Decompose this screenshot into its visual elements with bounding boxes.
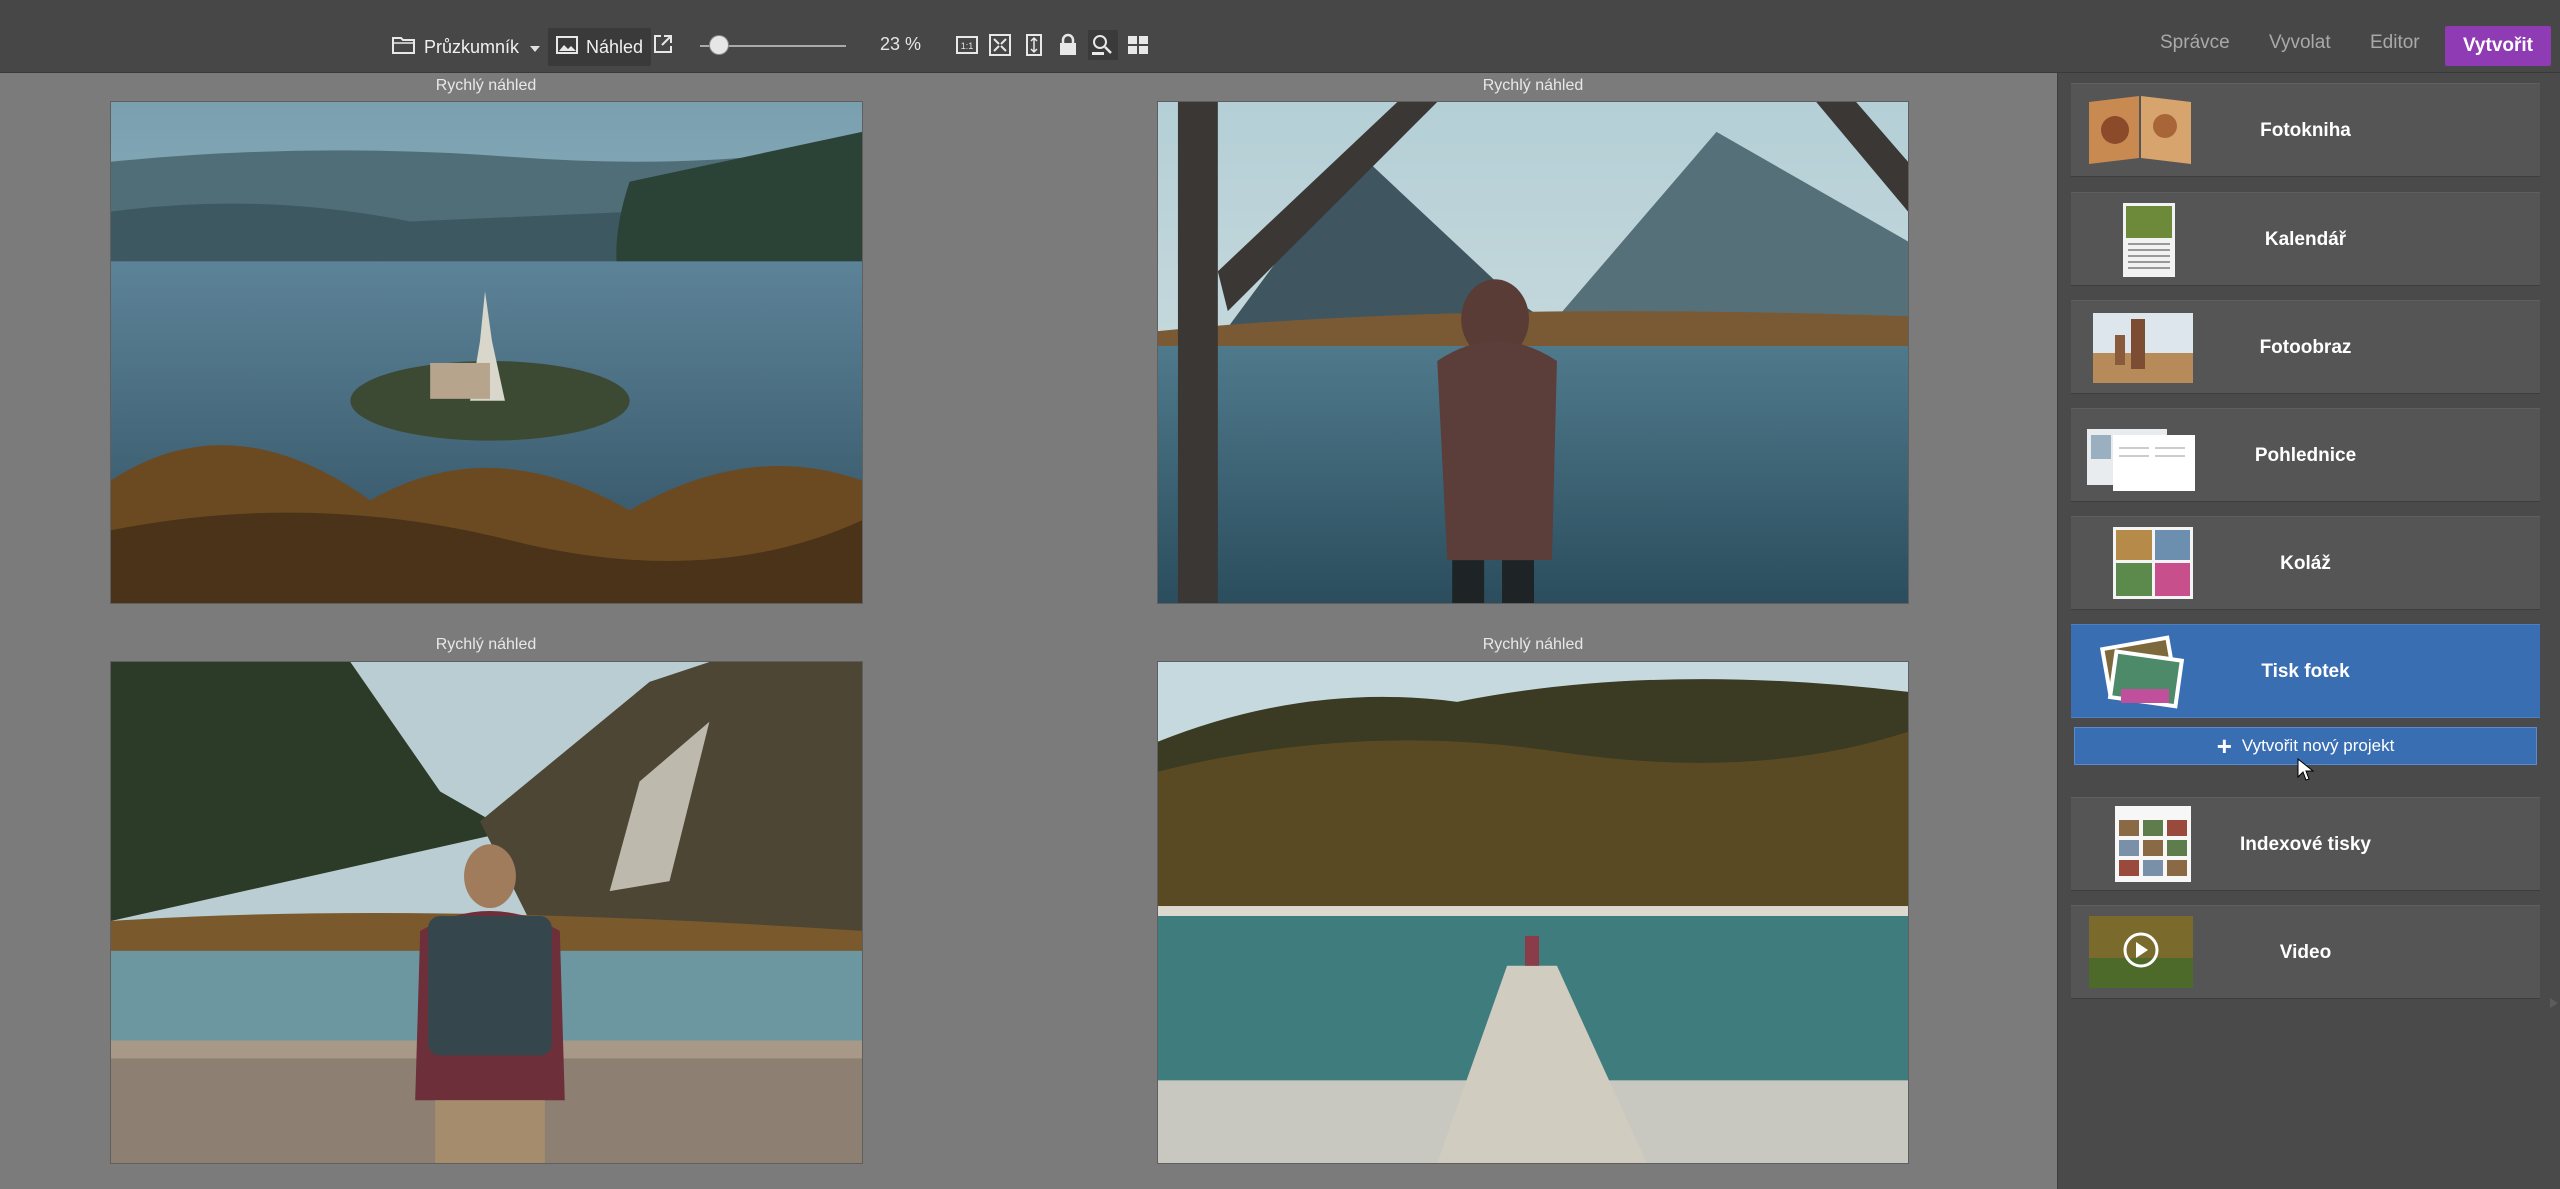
mode-create-label: Vytvořit — [2462, 35, 2534, 56]
mode-develop-link[interactable]: Vyvolat — [2269, 32, 2331, 54]
svg-text:1:1: 1:1 — [961, 41, 974, 51]
create-item-photobook[interactable]: Fotokniha — [2071, 83, 2540, 177]
plus-icon: + — [2216, 731, 2232, 761]
fit-to-screen-icon[interactable] — [988, 33, 1012, 57]
external-window-icon[interactable] — [652, 33, 676, 57]
photo-caption: Rychlý náhled — [1482, 77, 1584, 94]
photo-thumbnail-woman-lake[interactable] — [1157, 101, 1909, 604]
magnifier-icon[interactable] — [1088, 30, 1118, 60]
create-item-calendar[interactable]: Kalendář — [2071, 192, 2540, 286]
create-item-index-prints[interactable]: Indexové tisky — [2071, 797, 2540, 891]
photo-thumbnail-man-backpack[interactable] — [110, 661, 863, 1164]
folder-icon — [392, 35, 416, 60]
top-toolbar: Průzkumník Náhled 23 % 1:1 Správce Vyvol… — [0, 0, 2560, 73]
browser-label: Průzkumník — [424, 36, 520, 57]
actual-size-icon[interactable]: 1:1 — [955, 33, 979, 57]
photo-caption: Rychlý náhled — [435, 77, 537, 94]
photo-caption: Rychlý náhled — [1482, 636, 1584, 653]
photo-caption: Rychlý náhled — [435, 636, 537, 653]
mode-editor-link[interactable]: Editor — [2370, 32, 2420, 54]
mode-create-button[interactable]: Vytvořit — [2445, 26, 2551, 66]
create-item-label: Pohlednice — [2254, 445, 2357, 466]
scroll-right-icon[interactable] — [2549, 997, 2559, 1009]
lock-icon[interactable] — [1057, 33, 1081, 57]
create-item-postcard[interactable]: Pohlednice — [2071, 408, 2540, 502]
create-item-label: Fotokniha — [2260, 120, 2351, 141]
zoom-slider-thumb[interactable] — [709, 36, 728, 54]
create-item-label: Koláž — [2280, 553, 2331, 574]
fit-height-icon[interactable] — [1022, 33, 1046, 57]
create-item-label: Fotoobraz — [2259, 337, 2352, 358]
create-item-label: Indexové tisky — [2240, 834, 2371, 855]
create-item-collage[interactable]: Koláž — [2071, 516, 2540, 610]
create-item-photo-prints[interactable]: Tisk fotek — [2071, 624, 2540, 718]
preview-button[interactable]: Náhled — [548, 28, 652, 66]
photo-thumbnail-lake-island[interactable] — [110, 101, 863, 604]
mouse-cursor-icon — [2297, 757, 2315, 782]
mode-manager-link[interactable]: Správce — [2160, 32, 2230, 54]
preview-label: Náhled — [586, 36, 644, 57]
create-item-canvas-print[interactable]: Fotoobraz — [2071, 300, 2540, 394]
create-item-label: Kalendář — [2264, 229, 2347, 250]
chevron-down-icon[interactable] — [529, 37, 541, 58]
grid-view-icon[interactable] — [1126, 33, 1150, 57]
create-new-project-label: Vytvořit nový projekt — [2241, 736, 2395, 755]
image-icon — [556, 35, 578, 59]
create-item-video[interactable]: Video — [2071, 905, 2540, 999]
photo-thumbnail-pier[interactable] — [1157, 661, 1909, 1164]
browser-button[interactable]: Průzkumník — [392, 28, 541, 66]
create-item-label: Tisk fotek — [2261, 661, 2350, 682]
create-item-label: Video — [2279, 942, 2332, 963]
zoom-value: 23 % — [880, 34, 922, 54]
